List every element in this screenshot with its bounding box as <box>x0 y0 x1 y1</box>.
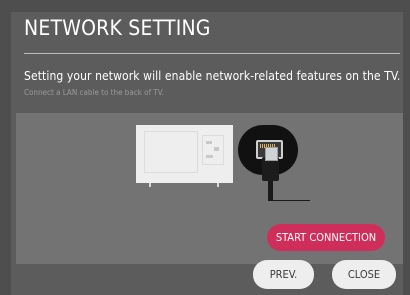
close-button[interactable]: CLOSE <box>332 260 396 289</box>
cable-line <box>272 200 310 201</box>
prev-button[interactable]: PREV. <box>253 260 314 289</box>
description-text: Setting your network will enable network… <box>24 69 401 83</box>
tv-back-icon <box>136 125 233 183</box>
start-connection-button[interactable]: START CONNECTION <box>267 224 385 251</box>
lan-cable-icon <box>262 147 279 201</box>
network-setting-dialog: NETWORK SETTING Setting your network wil… <box>11 12 403 295</box>
page-title: NETWORK SETTING <box>24 16 211 40</box>
title-divider <box>24 53 400 54</box>
tv-stand <box>149 183 219 187</box>
hint-text: Connect a LAN cable to the back of TV. <box>24 88 164 97</box>
